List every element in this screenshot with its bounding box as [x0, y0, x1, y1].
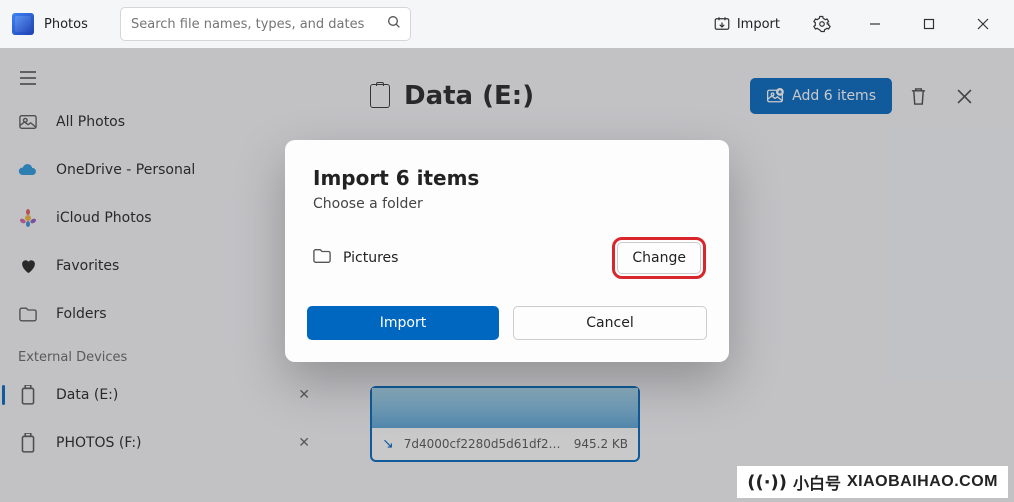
change-folder-button[interactable]: Change	[617, 242, 701, 274]
import-button[interactable]: Import	[701, 7, 792, 41]
dialog-footer: Import Cancel	[285, 292, 729, 362]
import-dialog: Import 6 items Choose a folder Pictures …	[285, 140, 729, 362]
watermark: ((·)) 小白号 XIAOBAIHAO.COM	[737, 466, 1008, 498]
app-logo-icon	[12, 13, 34, 35]
watermark-url: XIAOBAIHAO.COM	[847, 473, 998, 491]
settings-button[interactable]	[800, 7, 844, 41]
window-close-button[interactable]	[960, 7, 1006, 41]
destination-folder-name: Pictures	[343, 250, 398, 266]
cancel-button[interactable]: Cancel	[513, 306, 707, 340]
window-maximize-button[interactable]	[906, 7, 952, 41]
broadcast-icon: ((·))	[747, 472, 787, 493]
destination-row: Pictures Change	[313, 242, 701, 274]
app-identity: Photos	[12, 13, 112, 35]
dialog-title: Import 6 items	[313, 166, 701, 190]
watermark-brand: 小白号	[793, 470, 841, 494]
search-box[interactable]	[120, 7, 411, 41]
app-title: Photos	[44, 17, 88, 32]
dialog-subtitle: Choose a folder	[313, 196, 701, 212]
window-minimize-button[interactable]	[852, 7, 898, 41]
import-button-label: Import	[737, 17, 780, 32]
search-icon[interactable]	[386, 14, 402, 34]
import-confirm-button[interactable]: Import	[307, 306, 499, 340]
title-bar: Photos Import	[0, 0, 1014, 48]
folder-icon	[313, 248, 331, 268]
search-input[interactable]	[129, 16, 386, 33]
